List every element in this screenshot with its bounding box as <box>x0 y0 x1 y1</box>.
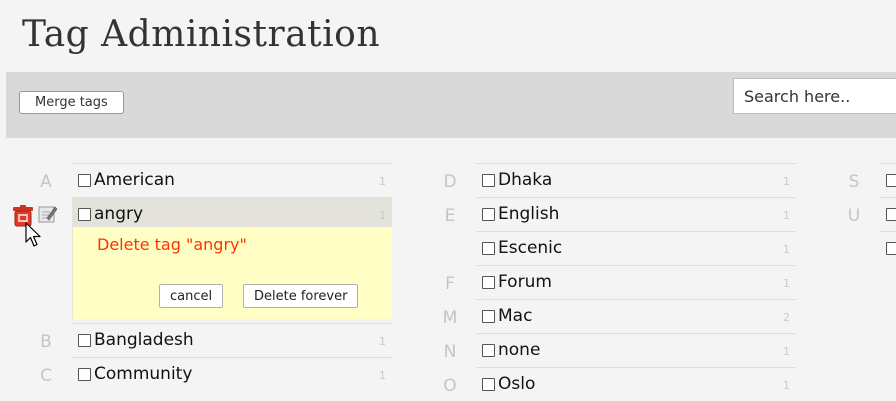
search-input[interactable] <box>733 78 896 114</box>
merge-tags-button[interactable]: Merge tags <box>19 91 124 114</box>
tag-name[interactable]: none <box>498 340 540 360</box>
tag-checkbox[interactable] <box>482 378 495 391</box>
tag-checkbox[interactable] <box>482 276 495 289</box>
tag-item[interactable]: Escenic 1 <box>476 231 796 265</box>
letter-heading: A <box>40 172 52 192</box>
tag-name[interactable]: angry <box>94 204 143 224</box>
tag-count: 1 <box>783 243 790 256</box>
tag-checkbox[interactable] <box>482 242 495 255</box>
tag-item-selected[interactable]: angry 1 <box>72 197 392 231</box>
delete-confirm-panel: Delete tag "angry" cancel Delete forever <box>72 227 392 319</box>
letter-heading: D <box>443 172 457 192</box>
tag-item[interactable]: Forum 1 <box>476 265 796 299</box>
tag-name[interactable]: Community <box>94 364 192 384</box>
edit-icon[interactable] <box>38 204 58 224</box>
delete-message: Delete tag "angry" <box>97 235 247 254</box>
toolbar: Merge tags <box>6 72 896 138</box>
cancel-button[interactable]: cancel <box>159 284 224 308</box>
delete-forever-button[interactable]: Delete forever <box>243 284 359 308</box>
tag-checkbox[interactable] <box>482 174 495 187</box>
tag-count: 1 <box>379 209 386 222</box>
tag-checkbox[interactable] <box>886 242 896 255</box>
letter-heading: N <box>443 342 457 362</box>
tag-name[interactable]: Bangladesh <box>94 330 194 350</box>
tag-checkbox[interactable] <box>482 344 495 357</box>
tag-checkbox[interactable] <box>482 208 495 221</box>
tag-name[interactable]: Escenic <box>498 238 562 258</box>
tag-item[interactable]: English 1 <box>476 197 796 231</box>
tag-checkbox[interactable] <box>78 208 91 221</box>
letter-heading: F <box>445 274 455 294</box>
tag-count: 1 <box>783 209 790 222</box>
tag-count: 2 <box>783 311 790 324</box>
tag-item[interactable]: Bangladesh 1 <box>72 323 392 357</box>
tag-name[interactable]: American <box>94 170 175 190</box>
tag-checkbox[interactable] <box>78 334 91 347</box>
letter-heading: S <box>848 172 860 192</box>
letter-heading: M <box>442 308 458 328</box>
tag-item[interactable] <box>880 197 896 231</box>
tag-checkbox[interactable] <box>482 310 495 323</box>
letter-heading: E <box>444 206 456 226</box>
tag-name[interactable]: Forum <box>498 272 552 292</box>
tag-checkbox[interactable] <box>78 174 91 187</box>
tag-count: 1 <box>783 345 790 358</box>
letter-heading: C <box>40 366 52 386</box>
tag-name[interactable]: Mac <box>498 306 532 326</box>
tag-item[interactable]: none 1 <box>476 333 796 367</box>
tag-name[interactable]: English <box>498 204 559 224</box>
letter-heading: O <box>443 376 457 396</box>
tag-checkbox[interactable] <box>78 368 91 381</box>
tag-item[interactable] <box>880 231 896 265</box>
letter-heading: B <box>40 332 52 352</box>
tag-count: 1 <box>379 335 386 348</box>
tag-count: 1 <box>783 175 790 188</box>
page-title: Tag Administration <box>22 14 381 55</box>
tag-name[interactable]: Dhaka <box>498 170 552 190</box>
tag-item[interactable] <box>880 163 896 197</box>
tag-count: 1 <box>379 369 386 382</box>
tag-name[interactable]: Oslo <box>498 374 535 394</box>
letter-heading: U <box>847 206 861 226</box>
tag-item[interactable]: Dhaka 1 <box>476 163 796 197</box>
tag-count: 1 <box>783 379 790 392</box>
tag-item[interactable]: Community 1 <box>72 357 392 391</box>
mouse-pointer-icon <box>25 222 41 247</box>
tag-item[interactable]: Mac 2 <box>476 299 796 333</box>
tag-item[interactable]: American 1 <box>72 163 392 197</box>
tag-count: 1 <box>783 277 790 290</box>
tag-count: 1 <box>379 175 386 188</box>
tag-checkbox[interactable] <box>886 174 896 187</box>
tag-checkbox[interactable] <box>886 208 896 221</box>
